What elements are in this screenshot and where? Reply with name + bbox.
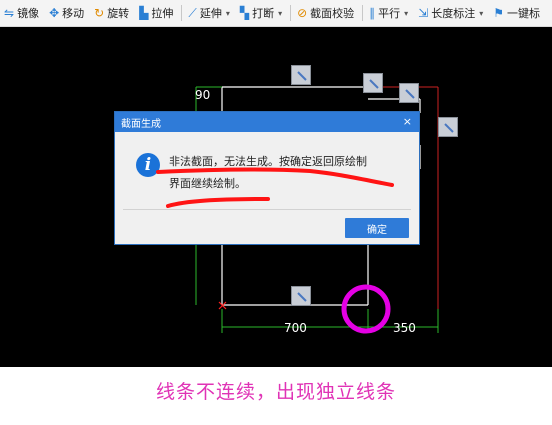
parallel-label: 平行 [378, 7, 401, 20]
stretch-icon: ▙ [139, 6, 149, 20]
mirror-icon: ⇋ [4, 6, 15, 20]
chevron-down-icon: ▾ [479, 8, 484, 18]
grip-handle[interactable] [291, 65, 311, 85]
move-icon: ✥ [49, 6, 60, 20]
grip-handle[interactable] [291, 286, 311, 306]
extend-label: 延伸 [199, 7, 222, 20]
rotate-label: 旋转 [107, 7, 130, 20]
rotate-icon: ↻ [94, 6, 105, 20]
chevron-down-icon: ▾ [225, 8, 230, 18]
break-tool[interactable]: ▚ 打断 ▾ [236, 0, 288, 26]
caption: 线条不连续，出现独立线条 [155, 381, 396, 403]
section-generation-dialog: 截面生成 × i 非法截面，无法生成。按确定返回原绘制 界面继续绘制。 确定 [114, 111, 420, 245]
section-check-label: 截面校验 [310, 7, 355, 20]
close-icon[interactable]: × [403, 115, 412, 128]
break-icon: ▚ [239, 6, 250, 20]
dialog-message: 非法截面，无法生成。按确定返回原绘制 界面继续绘制。 [169, 151, 401, 195]
parallel-icon: ∥ [369, 6, 376, 20]
highlight-circle [341, 284, 391, 334]
grip-handle[interactable] [399, 83, 419, 103]
dialog-divider [123, 209, 411, 210]
toolbar: ⇋ 镜像 ✥ 移动 ↻ 旋转 ▙ 拉伸 ⟋ 延伸 ▾ ▚ 打断 ▾ ⊘ 截面校验… [0, 0, 552, 27]
section-check-tool[interactable]: ⊘ 截面校验 [293, 0, 360, 26]
rotate-tool[interactable]: ↻ 旋转 [90, 0, 135, 26]
toolbar-divider [290, 5, 292, 21]
one-key-icon: ⚑ [493, 6, 505, 20]
move-tool[interactable]: ✥ 移动 [45, 0, 90, 26]
mirror-tool[interactable]: ⇋ 镜像 [0, 0, 45, 26]
chevron-down-icon: ▾ [278, 8, 283, 18]
chevron-down-icon: ▾ [404, 8, 409, 18]
dimension-label-90: 90 [195, 88, 211, 102]
extend-tool[interactable]: ⟋ 延伸 ▾ [184, 0, 235, 26]
length-dimension-label: 长度标注 [431, 7, 476, 20]
one-key-tool[interactable]: ⚑ 一键标 [489, 0, 546, 26]
stretch-tool[interactable]: ▙ 拉伸 [135, 0, 179, 26]
grip-handle[interactable] [438, 117, 458, 137]
length-dimension-icon: ⇲ [418, 6, 429, 20]
dialog-message-line1: 非法截面，无法生成。按确定返回原绘制 [169, 155, 367, 168]
dimension-label-350: 350 [393, 321, 416, 335]
check-shield-icon: ⊘ [297, 6, 308, 20]
toolbar-divider [181, 5, 183, 21]
dimension-label-700: 700 [284, 321, 307, 335]
parallel-tool[interactable]: ∥ 平行 ▾ [365, 0, 414, 26]
move-label: 移动 [62, 7, 85, 20]
dialog-title-bar[interactable]: 截面生成 × [115, 112, 419, 132]
dialog-body: i 非法截面，无法生成。按确定返回原绘制 界面继续绘制。 [115, 132, 419, 210]
one-key-label: 一键标 [507, 7, 541, 20]
stretch-label: 拉伸 [151, 7, 174, 20]
info-icon: i [136, 153, 160, 177]
dialog-message-line2: 界面继续绘制。 [169, 177, 246, 190]
extend-icon: ⟋ [188, 6, 197, 20]
ok-button[interactable]: 确定 [345, 218, 409, 238]
length-dimension-tool[interactable]: ⇲ 长度标注 ▾ [414, 0, 489, 26]
toolbar-divider [362, 5, 364, 21]
grip-handle[interactable] [363, 73, 383, 93]
mirror-label: 镜像 [17, 7, 40, 20]
dialog-title: 截面生成 [121, 118, 161, 130]
break-label: 打断 [252, 7, 275, 20]
